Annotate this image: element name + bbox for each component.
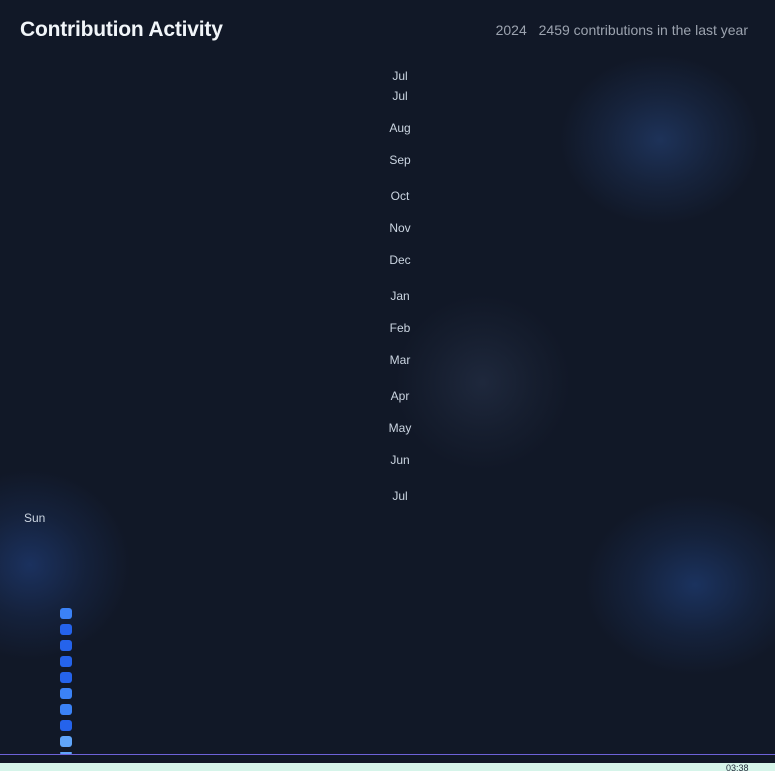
taskbar	[0, 763, 775, 771]
contribution-cell[interactable]	[60, 720, 72, 731]
month-label: Jul	[392, 89, 408, 103]
contribution-count: 2459 contributions in the last year	[538, 22, 748, 38]
month-label: Jul	[392, 489, 408, 503]
contribution-cell[interactable]	[60, 688, 72, 699]
contribution-cell[interactable]	[60, 736, 72, 747]
contribution-cell[interactable]	[60, 704, 72, 715]
month-label: May	[388, 421, 412, 435]
month-label: Oct	[390, 189, 410, 203]
month-label: Sep	[389, 153, 411, 167]
page-title: Contribution Activity	[20, 18, 223, 41]
month-label: Aug	[389, 121, 411, 135]
taskbar-clock: 03:38	[726, 763, 749, 771]
month-label: Jan	[390, 289, 410, 303]
day-label-sun: Sun	[24, 511, 46, 525]
month-label: Feb	[389, 321, 411, 335]
month-label: Dec	[389, 253, 411, 267]
month-label: Jun	[390, 453, 410, 467]
background-glow	[560, 55, 760, 225]
month-label: Mar	[389, 353, 411, 367]
contribution-cell[interactable]	[60, 608, 72, 619]
contribution-activity-page: Contribution Activity 2024 2459 contribu…	[0, 0, 775, 771]
contribution-cell[interactable]	[60, 640, 72, 651]
taskbar-divider	[0, 754, 775, 755]
month-label: Jul	[392, 69, 408, 83]
month-label: Nov	[389, 221, 411, 235]
month-label: Apr	[390, 389, 410, 403]
background-glow	[585, 495, 775, 675]
contribution-cell[interactable]	[60, 656, 72, 667]
contribution-cell[interactable]	[60, 672, 72, 683]
contribution-cell[interactable]	[60, 624, 72, 635]
contribution-summary: 2024 2459 contributions in the last year	[496, 22, 748, 38]
year-label[interactable]: 2024	[496, 22, 527, 38]
